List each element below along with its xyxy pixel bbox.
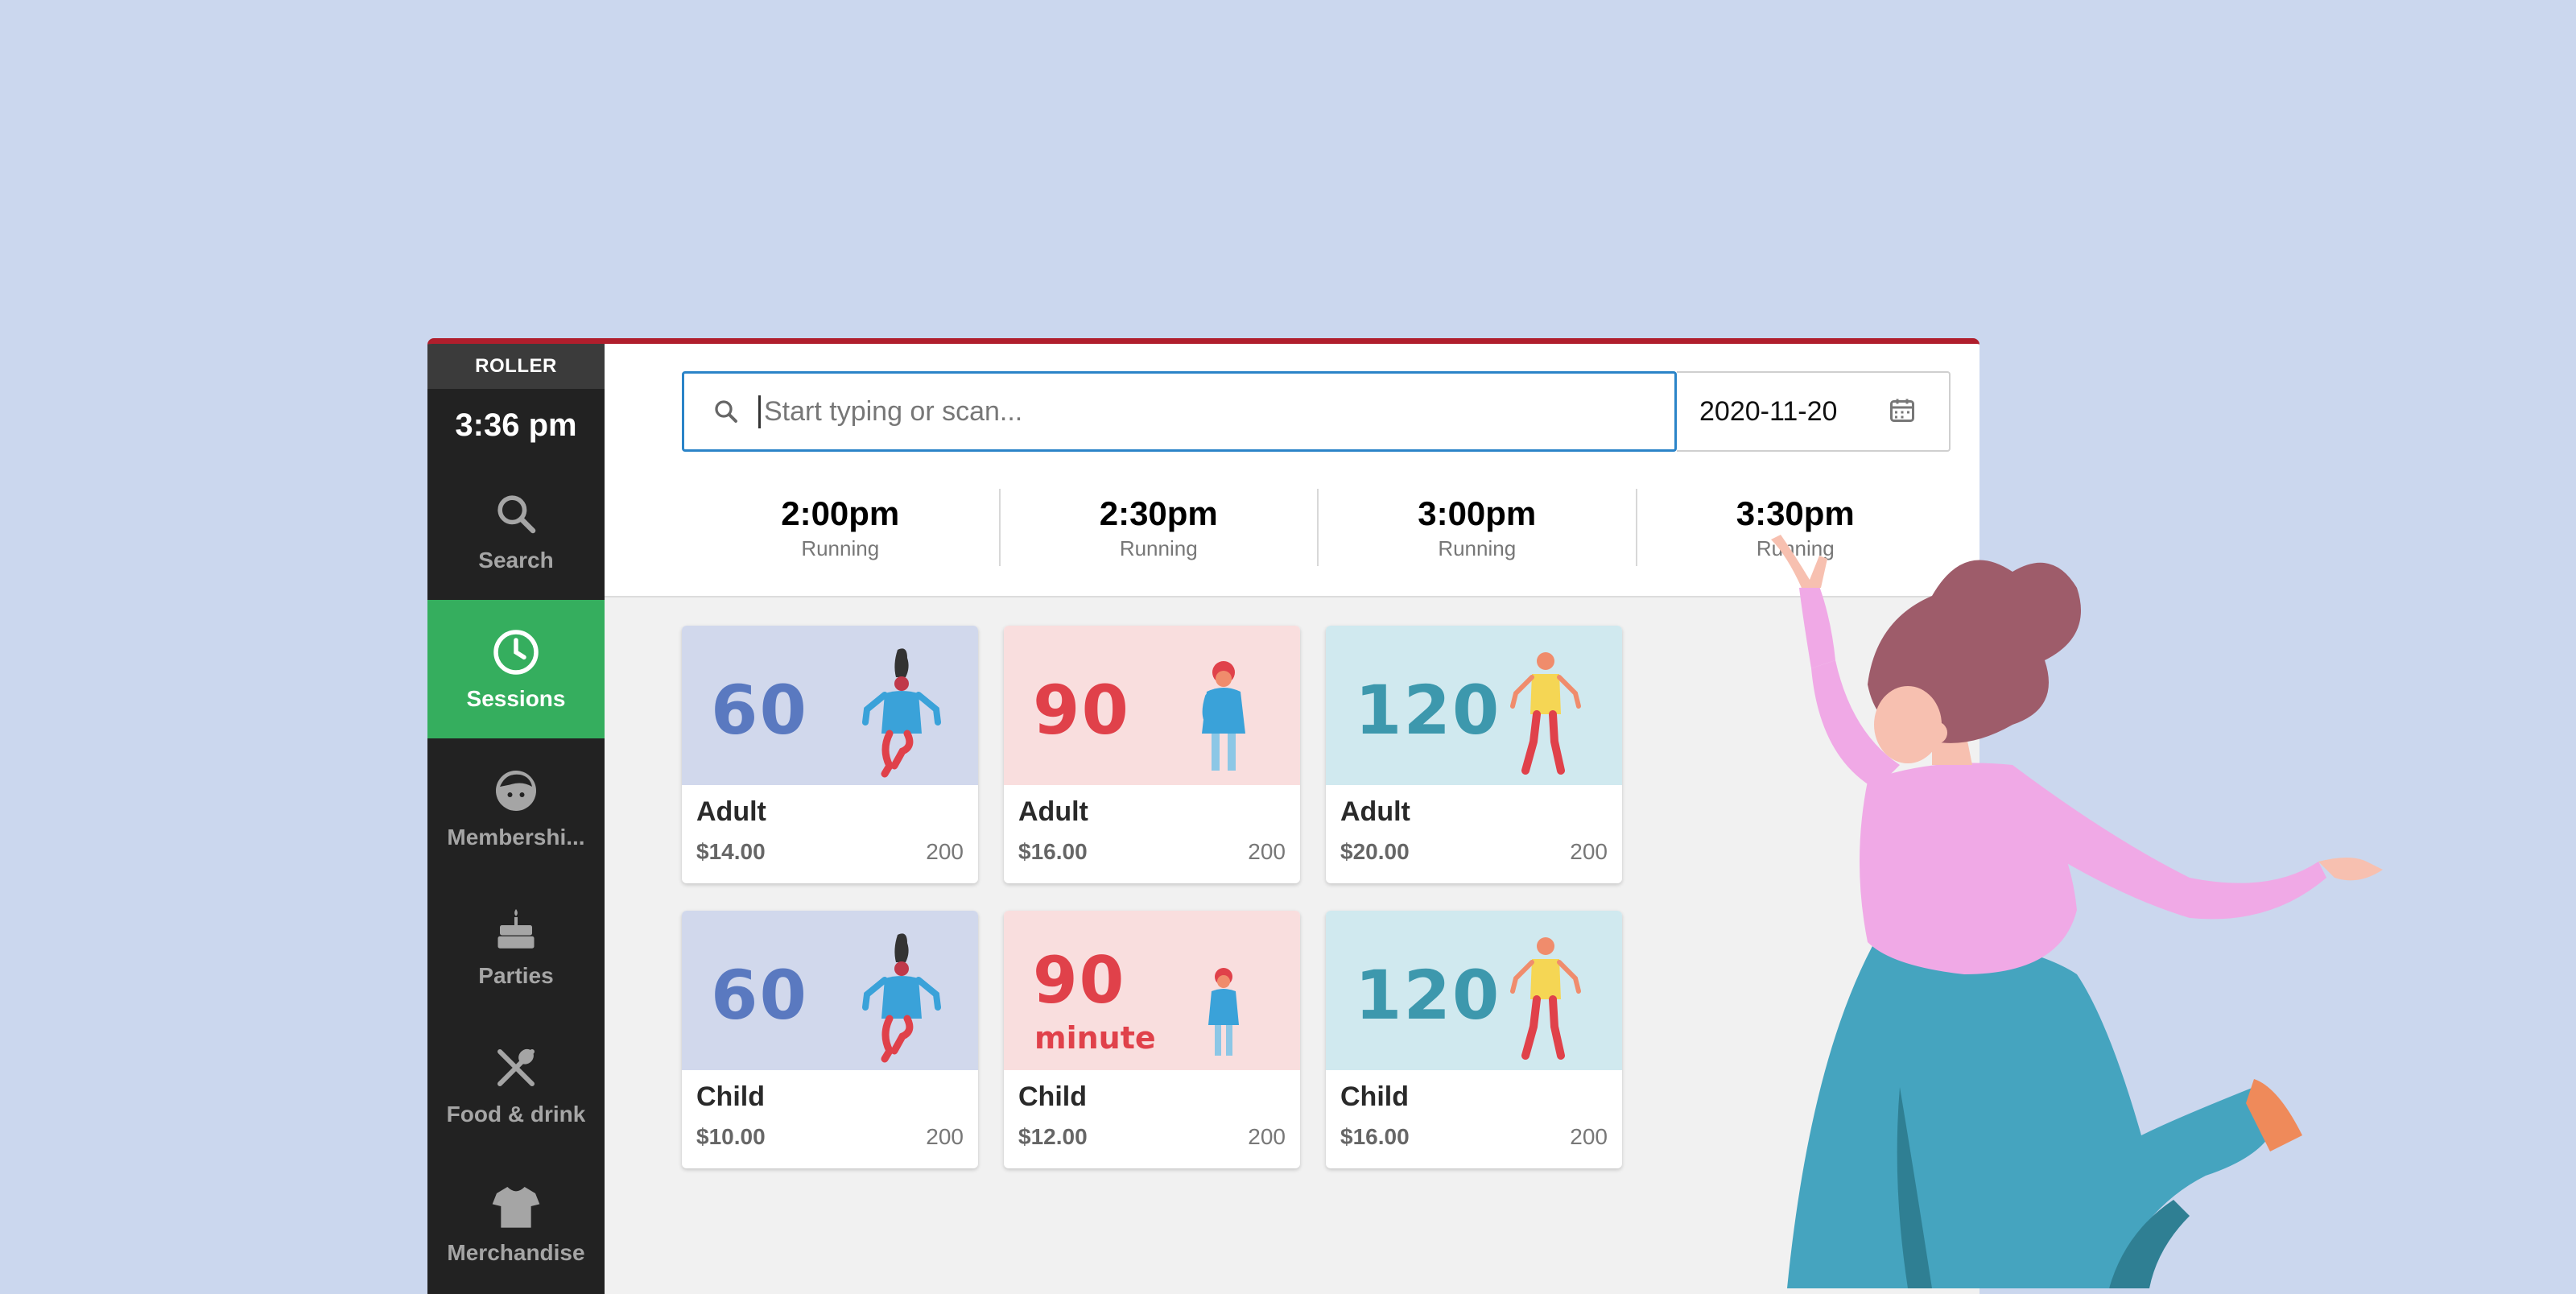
- session-length: 120: [1355, 671, 1501, 750]
- product-card[interactable]: 60 Adult $14.00 200: [682, 626, 978, 883]
- sidebar-item-merchandise[interactable]: Merchandise: [427, 1154, 605, 1292]
- product-price: $16.00: [1018, 839, 1088, 864]
- fork-spoon-icon: [490, 1042, 542, 1093]
- product-capacity: 200: [1570, 1124, 1608, 1149]
- sidebar-item-label: Search: [478, 548, 554, 573]
- sidebar-item-label: Membershi...: [447, 825, 585, 850]
- product-card[interactable]: 90 minute Child $12.00 200: [1004, 911, 1300, 1168]
- sidebar: ROLLER 3:36 pm Search Sessions Membershi…: [427, 344, 605, 1294]
- person-illustration: [1208, 968, 1239, 1056]
- product-name: Child: [1018, 1081, 1087, 1112]
- product-price: $10.00: [696, 1124, 766, 1149]
- date-value: 2020-11-20: [1699, 395, 1838, 427]
- card-artwork: 120: [1326, 911, 1622, 1070]
- sidebar-item-sessions[interactable]: Sessions: [427, 600, 605, 738]
- product-card[interactable]: 120 Adult $20.00 200: [1326, 626, 1622, 883]
- product-capacity: 200: [926, 839, 964, 864]
- product-price: $20.00: [1340, 839, 1410, 864]
- product-card[interactable]: 90 Adult $16.00 200: [1004, 626, 1300, 883]
- card-artwork: 90 minute: [1004, 911, 1300, 1070]
- product-name: Adult: [1340, 796, 1410, 827]
- search-icon: [490, 488, 542, 540]
- person-illustration: [862, 933, 941, 1063]
- cake-icon: [490, 903, 542, 955]
- time-label: 2:00pm: [781, 494, 900, 532]
- search-icon: [710, 395, 742, 428]
- person-illustration: [1202, 661, 1245, 771]
- product-price: $12.00: [1018, 1124, 1088, 1149]
- session-length: 60: [711, 671, 808, 750]
- calendar-icon[interactable]: [1888, 395, 1917, 428]
- session-length: 60: [711, 956, 808, 1035]
- search-input[interactable]: [758, 395, 1651, 428]
- sidebar-item-search[interactable]: Search: [427, 461, 605, 600]
- clock: 3:36 pm: [455, 407, 577, 443]
- session-length: 90: [1033, 943, 1126, 1018]
- product-name: Child: [1340, 1081, 1409, 1112]
- time-slot-200pm[interactable]: 2:00pm Running: [682, 489, 1001, 566]
- session-length: 120: [1355, 956, 1501, 1035]
- tshirt-icon: [490, 1180, 542, 1232]
- product-capacity: 200: [926, 1124, 964, 1149]
- product-grid: 60 Adult $14.00 200 90 Adult $16.00 200 …: [682, 626, 1664, 1168]
- woman-illustration: [1771, 535, 2383, 1288]
- sidebar-item-food-drink[interactable]: Food & drink: [427, 1015, 605, 1154]
- sidebar-item-label: Sessions: [466, 686, 566, 711]
- sidebar-item-label: Merchandise: [447, 1240, 585, 1265]
- clock-icon: [490, 626, 542, 678]
- person-illustration: [862, 648, 941, 778]
- product-price: $16.00: [1340, 1124, 1410, 1149]
- sidebar-item-memberships[interactable]: Membershi...: [427, 738, 605, 877]
- session-length-unit: minute: [1034, 1020, 1156, 1056]
- sidebar-item-label: Parties: [478, 963, 554, 988]
- product-name: Child: [696, 1081, 765, 1112]
- time-slot-300pm[interactable]: 3:00pm Running: [1319, 489, 1637, 566]
- search-bar[interactable]: [682, 371, 1677, 452]
- sidebar-item-parties[interactable]: Parties: [427, 877, 605, 1015]
- product-price: $14.00: [696, 839, 766, 864]
- person-illustration: [1510, 652, 1581, 775]
- product-card[interactable]: 60 Child $10.00 200: [682, 911, 978, 1168]
- product-capacity: 200: [1570, 839, 1608, 864]
- time-status: Running: [801, 535, 880, 560]
- product-name: Adult: [696, 796, 766, 827]
- time-label: 2:30pm: [1099, 494, 1218, 532]
- time-label: 3:00pm: [1418, 494, 1537, 532]
- card-artwork: 60: [682, 911, 978, 1070]
- date-picker[interactable]: 2020-11-20: [1677, 371, 1951, 452]
- time-status: Running: [1438, 535, 1517, 560]
- product-capacity: 200: [1248, 1124, 1286, 1149]
- time-slot-230pm[interactable]: 2:30pm Running: [1001, 489, 1319, 566]
- face-icon: [490, 765, 542, 817]
- brand-logo: ROLLER: [427, 344, 605, 389]
- session-length: 90: [1033, 671, 1130, 750]
- card-artwork: 120: [1326, 626, 1622, 785]
- card-artwork: 90: [1004, 626, 1300, 785]
- person-illustration: [1510, 937, 1581, 1060]
- product-card[interactable]: 120 Child $16.00 200: [1326, 911, 1622, 1168]
- time-status: Running: [1119, 535, 1198, 560]
- card-artwork: 60: [682, 626, 978, 785]
- sidebar-item-label: Food & drink: [446, 1102, 586, 1127]
- product-capacity: 200: [1248, 839, 1286, 864]
- product-name: Adult: [1018, 796, 1088, 827]
